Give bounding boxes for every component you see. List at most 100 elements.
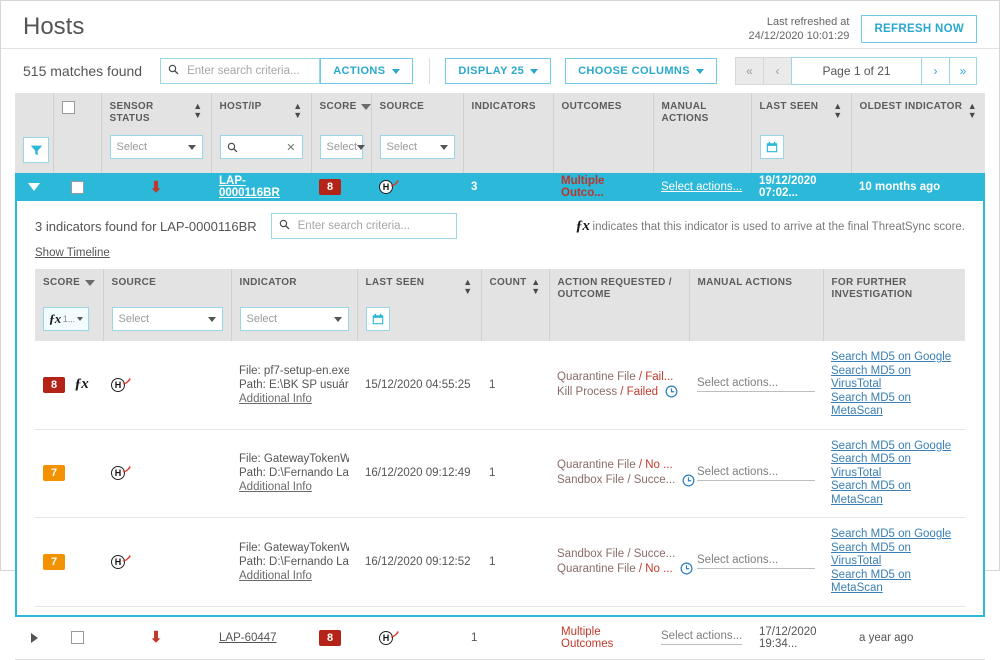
score-fx-filter[interactable]: ƒx 1... (43, 307, 89, 331)
host-row-expand-toggle[interactable] (15, 616, 53, 660)
host-row-expand-toggle[interactable] (15, 173, 53, 201)
page-title: Hosts (23, 13, 85, 40)
fx-icon: ƒx (48, 311, 62, 326)
indicator-row[interactable]: 8 ƒx H File: pf7-setup-en.exe Path: E:\B… (35, 341, 965, 430)
indicators-search-input[interactable] (295, 214, 456, 238)
host-ip-search-field[interactable]: ✕ (219, 135, 303, 159)
host-row-select-actions[interactable]: Select actions... (661, 181, 742, 193)
additional-info-link[interactable]: Additional Info (239, 480, 349, 494)
indicator-row[interactable]: 7 H File: GatewayTokenWindows (35, 517, 965, 607)
indicator-score-badge: 7 (43, 465, 65, 482)
refresh-now-button[interactable]: REFRESH NOW (861, 15, 977, 43)
select-all-checkbox[interactable] (61, 101, 75, 114)
fx-icon: ƒx (74, 376, 89, 393)
host-row-outcomes-link[interactable]: Multiple Outcomes (561, 626, 613, 650)
search-md5-metascan-link[interactable]: Search MD5 on MetaScan (831, 392, 957, 419)
host-row-outcomes-link[interactable]: Multiple Outco... (561, 175, 604, 199)
indicator-score-badge: 7 (43, 553, 65, 570)
display-count-button[interactable]: DISPLAY 25 (445, 58, 552, 84)
sort-icon[interactable]: ▲ ▼ (531, 277, 540, 296)
filter-funnel-icon[interactable] (23, 137, 49, 163)
indicator-select-actions[interactable]: Select actions... (697, 377, 815, 393)
additional-info-link[interactable]: Additional Info (239, 392, 349, 406)
history-clock-icon[interactable] (682, 474, 695, 487)
score-select[interactable]: Select (319, 135, 366, 159)
col-source: SOURCE (371, 93, 464, 131)
pagination-next-button[interactable]: › (921, 57, 950, 85)
host-row-hostname[interactable]: LAP-60447 (219, 632, 277, 644)
indicator-file-info: File: GatewayTokenWindows Path: D:\Ferna… (239, 541, 349, 583)
search-md5-virustotal-link[interactable]: Search MD5 on VirusTotal (831, 542, 957, 569)
actions-button[interactable]: ACTIONS (320, 58, 413, 84)
search-md5-metascan-link[interactable]: Search MD5 on MetaScan (831, 569, 957, 596)
search-md5-virustotal-link[interactable]: Search MD5 on VirusTotal (831, 453, 957, 480)
hosts-table-collapsed-rows: ⬇ LAP-60447 8 H 1 Multiple Outcomes Sele… (15, 616, 985, 660)
host-row-hostname[interactable]: LAP-0000116BR (219, 175, 280, 199)
indicator-row[interactable]: 7 H File: GatewayTokenWindows (35, 429, 965, 518)
search-md5-virustotal-link[interactable]: Search MD5 on VirusTotal (831, 365, 957, 392)
host-row-last-seen-cell: 19/12/2020 07:02... (751, 173, 851, 201)
outcome-action: Sandbox File (557, 547, 625, 560)
caret-down-icon[interactable] (28, 183, 40, 191)
search-icon (168, 64, 179, 75)
filter-sensor-status-cell: Select (101, 131, 212, 173)
search-md5-metascan-link[interactable]: Search MD5 on MetaScan (831, 480, 957, 507)
history-clock-icon[interactable] (680, 562, 693, 575)
sort-icon[interactable]: ▲ ▼ (463, 277, 472, 296)
host-row-manual-actions-cell: Select actions... (653, 616, 751, 660)
outcome-action: Kill Process (557, 385, 618, 398)
search-box[interactable] (160, 58, 321, 84)
sub-col-score: SCORE (35, 269, 104, 305)
sensor-status-select-value: Select (116, 141, 148, 153)
host-row-select-actions[interactable]: Select actions... (661, 630, 743, 645)
actions-button-label: ACTIONS (333, 65, 386, 77)
sort-icon[interactable]: ▲ ▼ (833, 101, 842, 120)
indicator-select-actions[interactable]: Select actions... (697, 554, 815, 570)
search-md5-google-link[interactable]: Search MD5 on Google (831, 440, 957, 454)
pagination-last-button[interactable]: » (949, 57, 978, 85)
last-refreshed-label: Last refreshed at (766, 16, 850, 28)
col-sensor-status-label: SENSOR STATUS (109, 101, 154, 124)
sort-desc-icon[interactable] (84, 280, 95, 286)
search-md5-google-link[interactable]: Search MD5 on Google (831, 351, 957, 365)
indicator-source-select[interactable]: Select (111, 307, 223, 331)
show-timeline-link[interactable]: Show Timeline (35, 247, 110, 259)
sort-icon[interactable]: ▲ ▼ (193, 101, 202, 120)
indicator-type-select[interactable]: Select (239, 307, 349, 331)
host-row[interactable]: ⬇ LAP-60447 8 H 1 Multiple Outcomes Sele… (15, 616, 985, 660)
pagination-first-button[interactable]: « (735, 57, 764, 85)
sort-icon[interactable]: ▲ ▼ (293, 101, 302, 120)
indicator-select-actions[interactable]: Select actions... (697, 466, 815, 481)
col-last-seen: LAST SEEN ▲ ▼ (751, 93, 852, 131)
sensor-status-select[interactable]: Select (109, 135, 203, 159)
pagination-prev-button[interactable]: ‹ (763, 57, 792, 85)
search-input[interactable] (185, 59, 320, 83)
indicator-calendar-button[interactable] (365, 307, 390, 331)
host-row-checkbox[interactable] (70, 180, 84, 194)
choose-columns-button[interactable]: CHOOSE COLUMNS (565, 58, 718, 84)
filter-blank-cell (53, 131, 102, 173)
sort-icon[interactable]: ▲ ▼ (968, 101, 977, 120)
chevron-down-icon (530, 68, 539, 74)
outcome-line: Quarantine File / Fail... (557, 370, 681, 385)
h-sensor-icon: H (111, 377, 131, 393)
host-row-selected[interactable]: ⬇ LAP-0000116BR 8 H 3 Multiple Outco... … (15, 173, 985, 201)
caret-right-icon[interactable] (30, 632, 38, 643)
calendar-icon (372, 313, 383, 325)
clear-icon[interactable]: ✕ (286, 141, 295, 154)
outcome-result: / Succe... (627, 474, 676, 487)
sub-col-action-outcome-label: ACTION REQUESTED / OUTCOME (557, 277, 672, 300)
outcome-result: / Succe... (627, 547, 676, 560)
host-row-checkbox[interactable] (70, 631, 84, 644)
h-sensor-icon: H (379, 179, 399, 195)
search-md5-google-link[interactable]: Search MD5 on Google (831, 528, 957, 542)
indicator-detail-cell: File: pf7-setup-en.exe Path: E:\BK SP us… (231, 341, 357, 430)
source-select[interactable]: Select (379, 135, 455, 159)
indicators-search-box[interactable] (270, 213, 457, 239)
indicator-last-seen-cell: 16/12/2020 09:12:49 (357, 429, 481, 518)
sort-desc-icon[interactable] (360, 104, 371, 110)
history-clock-icon[interactable] (665, 385, 678, 398)
col-source-label: SOURCE (379, 101, 425, 112)
outcome-action: Quarantine File (557, 459, 636, 472)
last-seen-calendar-button[interactable] (759, 135, 784, 159)
